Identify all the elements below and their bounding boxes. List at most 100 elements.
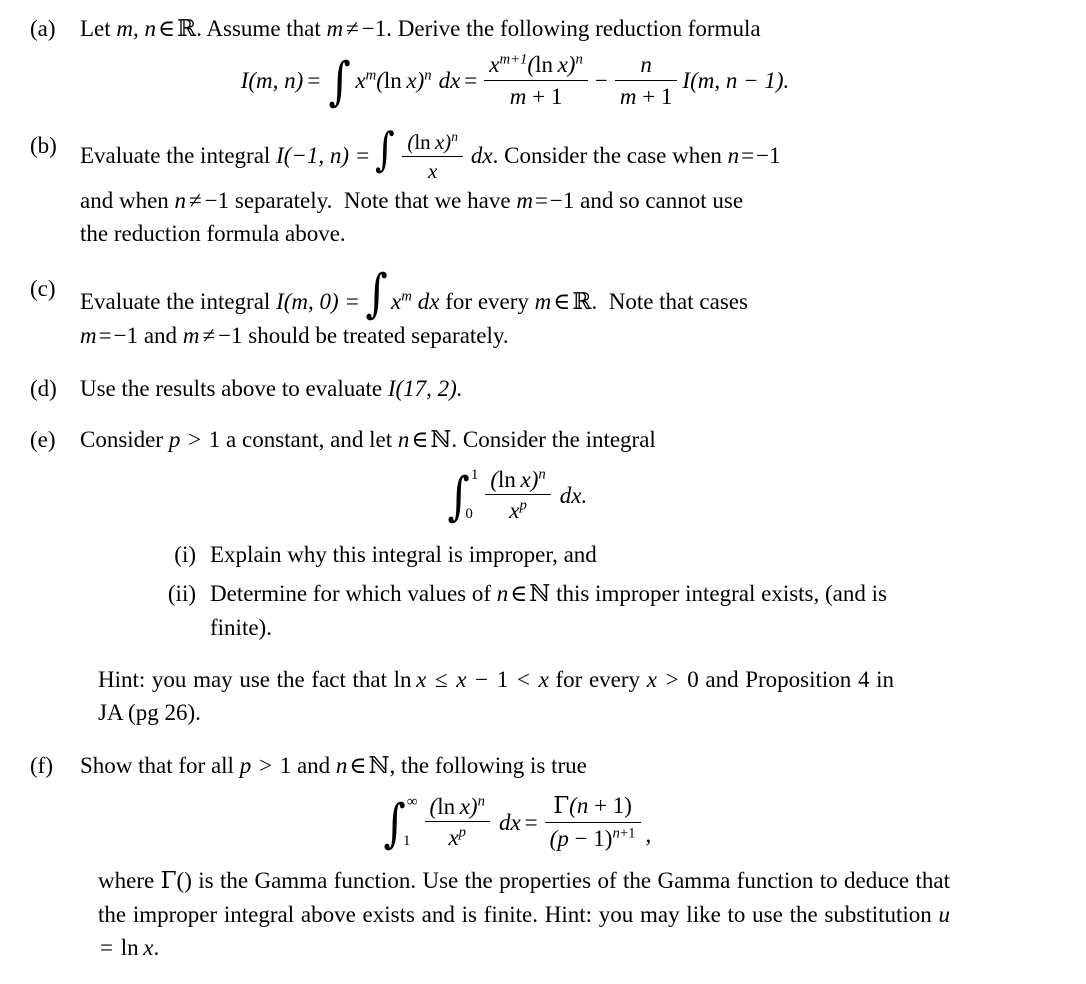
item-b-case-value: −1 bbox=[756, 142, 781, 168]
problem-item-b: (b) Evaluate the integral I(−1, n) = ∫ (ln… bbox=[0, 121, 1086, 250]
item-c-text-c: . Note that cases bbox=[591, 288, 748, 314]
subitem-i-body: Explain why this integral is improper, a… bbox=[210, 542, 597, 568]
problem-item-f: (f) Show that for all p > 1 and n∈ℕ, the… bbox=[0, 749, 1086, 964]
gamma-symbol: Γ bbox=[160, 867, 177, 894]
item-a-set: ℝ bbox=[177, 16, 197, 42]
item-f-closing: where Γ() is the Gamma function. Use the… bbox=[80, 864, 950, 964]
integral-icon: ∫ bbox=[375, 121, 396, 176]
item-e-n-var: n bbox=[397, 426, 410, 452]
equation-e-numerator: (ln x)n bbox=[490, 466, 546, 492]
item-b-text-b: . Consider the case when bbox=[492, 142, 728, 168]
item-e-n-set: ℕ bbox=[430, 426, 452, 453]
item-e-text-b: a constant, and let bbox=[220, 426, 398, 452]
item-body-b: Evaluate the integral I(−1, n) = ∫ (ln x)n… bbox=[80, 121, 950, 250]
equation-f: ∫ ∞ 1 (ln x)n xp dx = Γ(n + 1) (p − 1)n+… bbox=[80, 793, 950, 852]
equation-e-dx: dx. bbox=[559, 482, 588, 508]
equation-f-denominator: xp bbox=[448, 824, 467, 851]
subitem-ii-body: Determine for which values of n∈ℕ this i… bbox=[210, 581, 887, 641]
item-c-line-1: Evaluate the integral I(m, 0) = ∫ xm dx fo… bbox=[80, 263, 748, 324]
item-e-text-c: . Consider the integral bbox=[451, 426, 656, 452]
item-body-d: Use the results above to evaluate I(17, … bbox=[80, 372, 950, 405]
item-b-line-1: Evaluate the integral I(−1, n) = ∫ (ln x)n… bbox=[80, 121, 781, 184]
item-label-d: (d) bbox=[30, 375, 57, 401]
integral-icon: ∫ bbox=[328, 51, 351, 112]
closing-text-b: is the Gamma function. Use the propertie… bbox=[98, 867, 950, 927]
equation-e-fraction: (ln x)n xp bbox=[485, 466, 551, 525]
equation-a: I(m, n) = ∫ xm(ln x)n dx = xm+1(ln x)n m… bbox=[240, 51, 790, 112]
closing-text-a: where bbox=[98, 867, 161, 893]
item-c-var: m bbox=[534, 288, 552, 314]
item-e-hint: Hint: you may use the fact that ln x ≤ x… bbox=[80, 663, 950, 729]
item-f-text-b: and bbox=[291, 753, 336, 779]
integral-icon: ∫ bbox=[383, 793, 406, 854]
problem-item-d: (d) Use the results above to evaluate I(… bbox=[0, 372, 1086, 405]
hint-inequality: ln x ≤ x − 1 < x bbox=[393, 667, 549, 693]
hint-text-a: Hint: you may use the fact that bbox=[98, 667, 394, 693]
integral-icon: ∫ bbox=[447, 466, 470, 527]
problem-item-a: (a) Let m, n∈ℝ. Assume that m ≠ −1. Derive… bbox=[0, 12, 1086, 110]
item-b-text-a: Evaluate the integral bbox=[80, 142, 277, 168]
subitem-ii-text-a: Determine for which values of bbox=[210, 581, 497, 607]
equation-a-integrand: xm(ln x)n dx bbox=[355, 67, 461, 94]
equation-f-rhs-numerator: Γ(n + 1) bbox=[553, 793, 632, 820]
item-e-sublist: (i) Explain why this integral is imprope… bbox=[80, 538, 950, 644]
item-a-text-after: . Derive the following reduction formula bbox=[386, 16, 761, 41]
subitem-label-ii: (ii) bbox=[167, 581, 196, 607]
item-f-intro: Show that for all p > 1 and n∈ℕ, the fol… bbox=[80, 753, 587, 780]
equation-f-numerator: (ln x)n bbox=[429, 793, 485, 819]
item-a-text-mid: . Assume that bbox=[196, 16, 327, 41]
equation-f-comma: , bbox=[645, 821, 652, 847]
subitem-label-i: (i) bbox=[174, 542, 196, 568]
item-b-line-2: and when n ≠ −1 separately. Note that we h… bbox=[80, 187, 744, 213]
item-a-sentence: Let m, n∈ℝ. Assume that m ≠ −1. Derive the… bbox=[80, 16, 761, 42]
item-a-vars: m, n bbox=[116, 16, 157, 41]
item-label-e: (e) bbox=[30, 426, 56, 452]
item-f-text-c: , the following is true bbox=[389, 753, 587, 779]
item-d-text: Use the results above to evaluate bbox=[80, 375, 388, 401]
item-label-a: (a) bbox=[30, 16, 56, 41]
item-c-integrand: xm dx bbox=[391, 288, 440, 314]
equation-a-tail: I(m, n − 1). bbox=[682, 68, 790, 94]
item-b-fraction: (ln x)n x bbox=[402, 128, 463, 184]
problem-item-e: (e) Consider p > 1 a constant, and let n… bbox=[0, 423, 1086, 730]
item-d-function: I(17, 2). bbox=[387, 375, 463, 401]
closing-gamma-parens: () bbox=[176, 867, 192, 893]
item-c-text-b: for every bbox=[439, 288, 535, 314]
item-e-intro: Consider p > 1 a constant, and let n∈ℕ. … bbox=[80, 426, 656, 453]
item-f-text-a: Show that for all bbox=[80, 753, 240, 779]
equation-a-fraction-2: n m + 1 bbox=[614, 52, 678, 110]
equation-a-fraction-1: xm+1(ln x)n m + 1 bbox=[484, 52, 588, 110]
document-page: (a) Let m, n∈ℝ. Assume that m ≠ −1. Derive… bbox=[0, 12, 1086, 984]
integral-icon: ∫ bbox=[365, 263, 388, 324]
item-label-b: (b) bbox=[30, 132, 57, 158]
equation-a-lhs: I(m, n) bbox=[240, 68, 304, 94]
equation-f-fraction-lhs: (ln x)n xp bbox=[424, 793, 490, 852]
item-d-line: Use the results above to evaluate I(17, … bbox=[80, 372, 950, 405]
item-b-line-3: the reduction formula above. bbox=[80, 220, 346, 246]
item-label-f: (f) bbox=[30, 753, 53, 779]
equation-f-upper-limit: ∞ bbox=[406, 793, 418, 810]
problem-subitem-i: (i) Explain why this integral is imprope… bbox=[148, 538, 890, 571]
item-a-cond-rhs: −1 bbox=[361, 16, 387, 41]
item-b-frac-num: (ln x)n bbox=[407, 128, 458, 154]
equation-a-coef-den: m + 1 bbox=[619, 83, 673, 109]
item-b-dx: dx bbox=[470, 142, 493, 168]
item-b-function: I(−1, n) = bbox=[276, 142, 371, 168]
item-e-p-condition: p > 1 bbox=[168, 426, 221, 452]
item-body-c: Evaluate the integral I(m, 0) = ∫ xm dx fo… bbox=[80, 263, 950, 352]
closing-text-c: . bbox=[153, 934, 160, 960]
equation-a-den-1: m + 1 bbox=[509, 83, 563, 109]
item-e-text-a: Consider bbox=[80, 426, 169, 452]
item-body-f: Show that for all p > 1 and n∈ℕ, the fol… bbox=[80, 749, 950, 964]
item-c-text-a: Evaluate the integral bbox=[80, 288, 277, 314]
item-c-set: ℝ bbox=[572, 288, 592, 315]
item-b-frac-den: x bbox=[427, 159, 438, 184]
equation-f-fraction-rhs: Γ(n + 1) (p − 1)n+1 bbox=[544, 793, 641, 852]
item-c-function: I(m, 0) = bbox=[276, 288, 360, 314]
item-body-e: Consider p > 1 a constant, and let n∈ℕ. … bbox=[80, 423, 950, 730]
item-c-line-2: m=−1 and m ≠ −1 should be treated separate… bbox=[80, 322, 509, 348]
item-f-p-condition: p > 1 bbox=[239, 753, 292, 779]
equation-e-upper-limit: 1 bbox=[470, 466, 479, 483]
item-label-c: (c) bbox=[30, 275, 56, 301]
equation-a-num-1: xm+1(ln x)n bbox=[489, 51, 583, 77]
